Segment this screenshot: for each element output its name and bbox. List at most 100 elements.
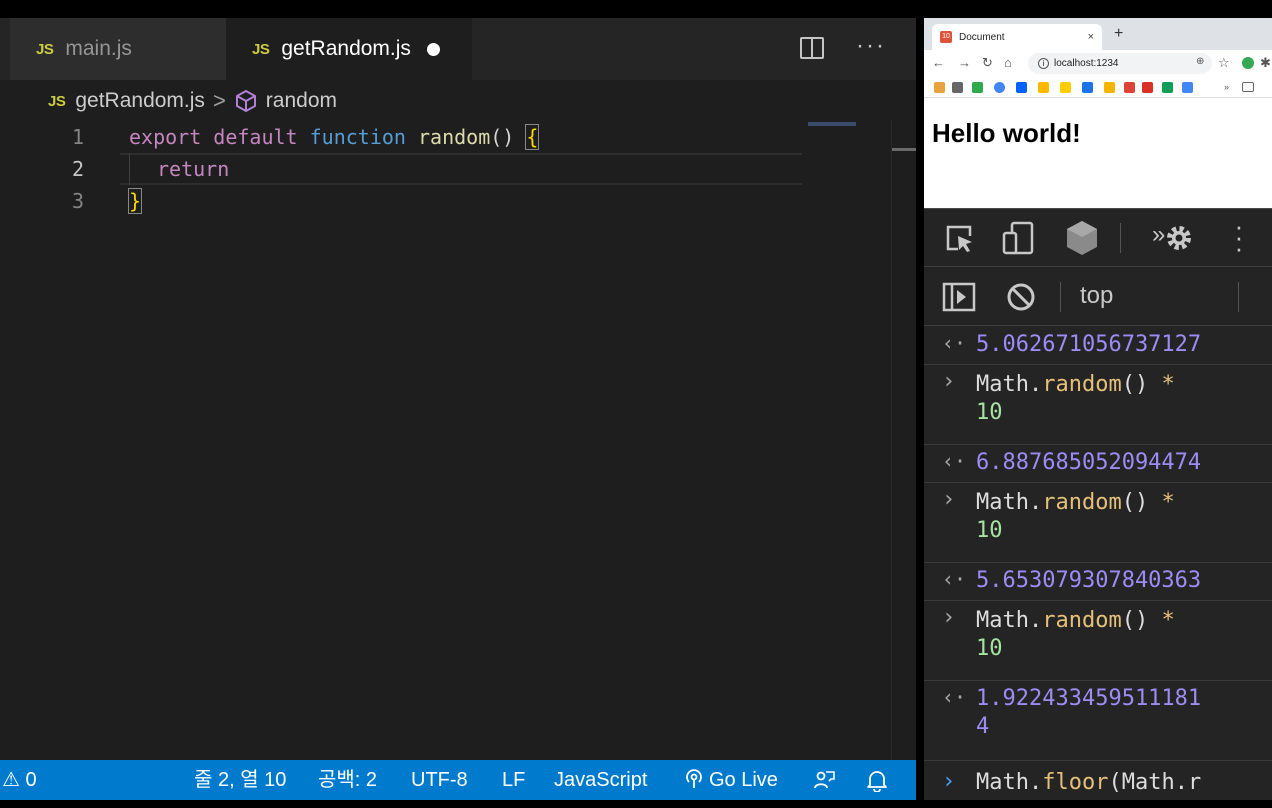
more-bookmarks-icon[interactable]: » bbox=[1224, 82, 1229, 93]
breadcrumb-symbol[interactable]: random bbox=[266, 89, 337, 113]
code-text: (Math.r bbox=[1108, 770, 1202, 795]
code-text[interactable]: } bbox=[127, 185, 143, 217]
bookmarks-bar: » bbox=[924, 78, 1272, 98]
split-editor-icon[interactable] bbox=[800, 37, 824, 59]
address-bar[interactable]: i localhost:1234 bbox=[1028, 53, 1212, 74]
go-live-label: Go Live bbox=[709, 769, 778, 791]
sidebar-toggle-icon[interactable] bbox=[942, 282, 976, 312]
browser-tab[interactable]: 10 Document × bbox=[932, 24, 1102, 50]
unsaved-dot-icon[interactable] bbox=[426, 42, 440, 56]
extensions-puzzle-icon[interactable]: ✱ bbox=[1260, 55, 1271, 71]
close-tab-icon[interactable]: × bbox=[1088, 31, 1094, 43]
bookmark-icon[interactable] bbox=[1162, 82, 1173, 93]
bookmark-icon[interactable] bbox=[1124, 82, 1135, 93]
feedback-icon[interactable] bbox=[812, 760, 836, 800]
bookmark-icon[interactable] bbox=[1182, 82, 1193, 93]
call-parens: () bbox=[1121, 490, 1162, 515]
site-info-icon[interactable]: i bbox=[1038, 58, 1049, 69]
breadcrumb-file[interactable]: getRandom.js bbox=[75, 89, 205, 113]
number-literal: 10 bbox=[976, 518, 1003, 543]
home-icon[interactable]: ⌂ bbox=[1004, 55, 1012, 70]
apps-icon[interactable] bbox=[934, 82, 945, 93]
reload-icon[interactable]: ↻ bbox=[982, 55, 993, 71]
method-name: andom bbox=[976, 798, 1042, 800]
kebab-menu-icon[interactable]: · · · bbox=[1234, 213, 1244, 261]
toolbar-divider bbox=[1120, 223, 1121, 253]
folder-icon[interactable] bbox=[1242, 82, 1254, 92]
input-chevron-icon: › bbox=[942, 487, 956, 512]
tab-getrandom-js[interactable]: JS getRandom.js bbox=[226, 18, 472, 80]
context-selector[interactable]: top bbox=[1080, 282, 1113, 310]
prompt-chevron-icon: › bbox=[942, 769, 956, 794]
end-of-line[interactable]: LF bbox=[502, 760, 525, 800]
operator: * bbox=[1082, 798, 1095, 800]
prompt-input[interactable]: Math.floor(Math.r andom() * 10) bbox=[976, 769, 1201, 800]
console-result-row[interactable]: ‹· 1.922433459511181 4 bbox=[924, 681, 1272, 761]
code-line[interactable]: 3 } bbox=[0, 185, 916, 217]
code-line[interactable]: 1 export default function random() { bbox=[0, 121, 916, 153]
console-text: Math.random() * 10 bbox=[976, 489, 1175, 545]
method-name: random bbox=[1042, 372, 1122, 397]
cursor-position[interactable]: 줄 2, 열 10 bbox=[194, 760, 286, 800]
back-icon[interactable]: ← bbox=[932, 55, 945, 70]
method-name: floor bbox=[1042, 770, 1109, 795]
result-arrow-icon: ‹· bbox=[942, 567, 967, 591]
devtools-panel: » · · · top ‹· 5.062671056737127 › Math.… bbox=[924, 208, 1272, 800]
tab-main-js[interactable]: JS main.js bbox=[10, 18, 226, 80]
code-text[interactable]: export default function random() { bbox=[129, 121, 540, 153]
bookmark-icon[interactable] bbox=[1104, 82, 1115, 93]
code-text[interactable]: return bbox=[157, 153, 229, 185]
problems-indicator[interactable]: ⚠ 0 bbox=[2, 760, 37, 800]
console-result-row[interactable]: ‹· 5.062671056737127 bbox=[924, 327, 1272, 365]
zoom-icon[interactable]: ⊕ bbox=[1196, 56, 1204, 67]
console-prompt[interactable]: › Math.floor(Math.r andom() * 10) bbox=[924, 761, 1272, 800]
method-name: random bbox=[1042, 608, 1122, 633]
result-arrow-icon: ‹· bbox=[942, 331, 967, 355]
notifications-bell-icon[interactable] bbox=[866, 760, 888, 800]
console-input-row[interactable]: › Math.random() * 10 bbox=[924, 601, 1272, 681]
bookmark-star-icon[interactable]: ☆ bbox=[1218, 55, 1230, 71]
console-result-row[interactable]: ‹· 6.887685052094474 bbox=[924, 445, 1272, 483]
extension-hexagon-icon[interactable] bbox=[1064, 220, 1100, 256]
console-result-row[interactable]: ‹· 5.653079307840363 bbox=[924, 563, 1272, 601]
code-line-current[interactable]: 2 return bbox=[0, 153, 916, 185]
console-toolbar: top bbox=[924, 268, 1272, 326]
status-bar: ⚠ 0 줄 2, 열 10 공백: 2 UTF-8 LF JavaScript … bbox=[0, 760, 916, 800]
device-toolbar-icon[interactable] bbox=[1002, 221, 1036, 255]
vscode-window: JS main.js JS getRandom.js ··· JS getRan… bbox=[0, 18, 916, 800]
settings-gear-icon[interactable] bbox=[1162, 221, 1196, 255]
console-output[interactable]: ‹· 5.062671056737127 › Math.random() * 10 ‹· 6… bbox=[924, 327, 1272, 800]
inspect-element-icon[interactable] bbox=[944, 223, 976, 255]
new-tab-icon[interactable]: + bbox=[1114, 25, 1123, 43]
encoding[interactable]: UTF-8 bbox=[411, 760, 468, 800]
bookmark-icon[interactable] bbox=[1142, 82, 1153, 93]
language-mode[interactable]: JavaScript bbox=[554, 760, 647, 800]
console-input-row[interactable]: › Math.random() * 10 bbox=[924, 483, 1272, 563]
console-input-row[interactable]: › Math.random() * 10 bbox=[924, 365, 1272, 445]
bookmark-icon[interactable] bbox=[1082, 82, 1093, 93]
indentation[interactable]: 공백: 2 bbox=[318, 760, 377, 800]
bookmark-icon[interactable] bbox=[1016, 82, 1027, 93]
bookmark-icon[interactable] bbox=[1060, 82, 1071, 93]
keyword-return: return bbox=[157, 157, 230, 181]
close-paren: ) bbox=[1135, 798, 1148, 800]
vertical-scrollbar[interactable] bbox=[891, 120, 892, 778]
bookmark-icon[interactable] bbox=[952, 82, 963, 93]
bookmark-icon[interactable] bbox=[994, 82, 1005, 93]
forward-icon[interactable]: → bbox=[958, 55, 971, 70]
go-live-button[interactable]: Go Live bbox=[683, 760, 778, 800]
bookmark-icon[interactable] bbox=[972, 82, 983, 93]
result-value: 6.887685052094474 bbox=[976, 450, 1202, 475]
code-editor[interactable]: 1 export default function random() { 2 r… bbox=[0, 121, 916, 217]
input-chevron-icon: › bbox=[942, 605, 956, 630]
tab-label: main.js bbox=[65, 37, 132, 60]
extension-icon[interactable] bbox=[1242, 57, 1254, 69]
number-literal: 10 bbox=[1095, 798, 1135, 800]
url-text: localhost:1234 bbox=[1054, 58, 1119, 69]
js-file-icon: JS bbox=[252, 40, 270, 58]
line-number: 2 bbox=[71, 157, 84, 181]
bookmark-icon[interactable] bbox=[1038, 82, 1049, 93]
clear-console-icon[interactable] bbox=[1006, 282, 1036, 312]
method-name: random bbox=[1042, 490, 1122, 515]
more-actions-icon[interactable]: ··· bbox=[856, 32, 886, 60]
